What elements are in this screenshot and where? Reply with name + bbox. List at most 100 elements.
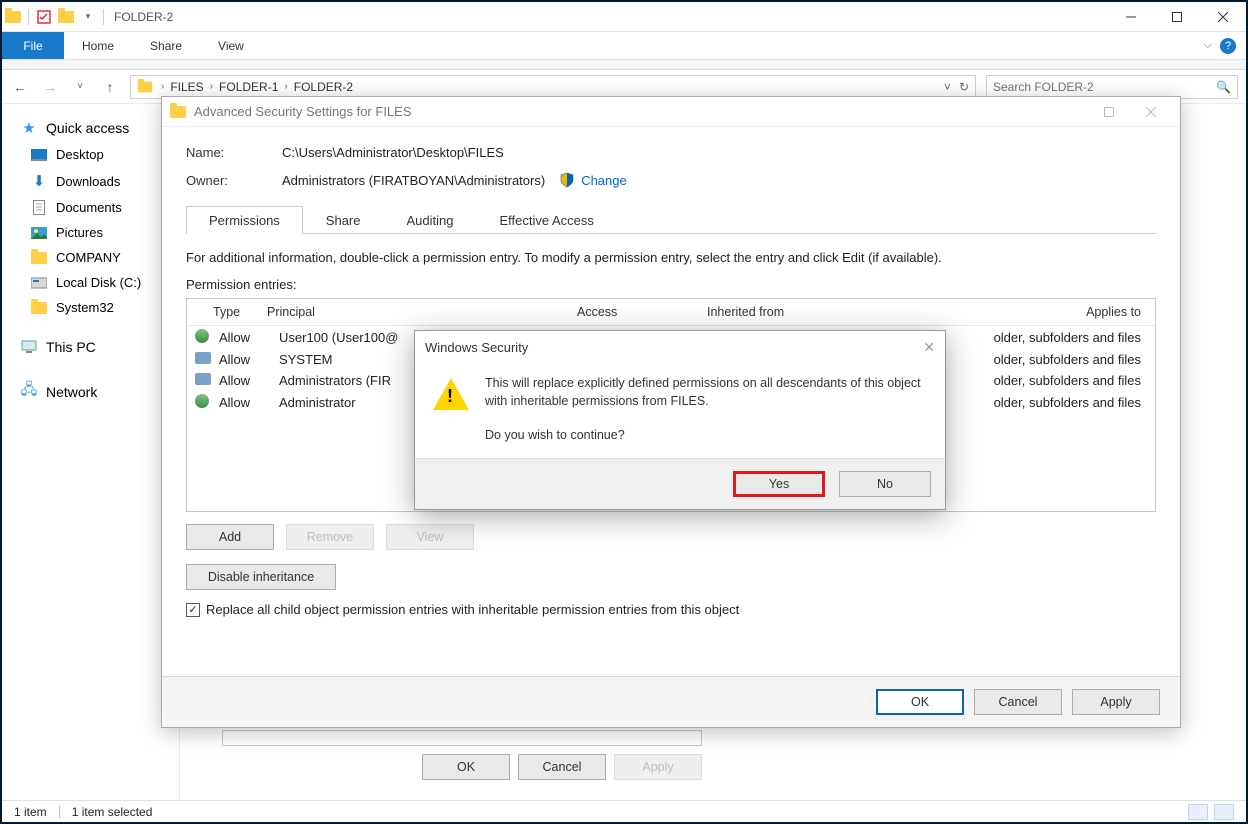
modal-message-1: This will replace explicitly defined per… — [485, 374, 927, 410]
no-button[interactable]: No — [839, 471, 931, 497]
crumb-2[interactable]: FOLDER-2 — [292, 80, 355, 94]
search-box[interactable]: 🔍 — [986, 75, 1238, 99]
nav-back-icon[interactable]: ← — [10, 79, 30, 95]
pictures-icon — [30, 227, 48, 239]
col-inherited: Inherited from — [707, 305, 817, 319]
app-icon — [2, 11, 24, 23]
sidebar-company[interactable]: COMPANY — [2, 245, 179, 270]
entries-label: Permission entries: — [186, 277, 1156, 292]
add-button[interactable]: Add — [186, 524, 274, 550]
col-principal: Principal — [267, 305, 577, 319]
crumb-1[interactable]: FOLDER-1 — [217, 80, 280, 94]
search-icon[interactable]: 🔍 — [1216, 80, 1237, 94]
owner-value: Administrators (FIRATBOYAN\Administrator… — [282, 173, 545, 188]
sidebar-network[interactable]: 🖧Network — [2, 374, 179, 409]
name-label: Name: — [186, 145, 282, 160]
help-icon[interactable]: ? — [1220, 38, 1236, 54]
pc-icon — [20, 340, 38, 354]
apply-button[interactable]: Apply — [1072, 689, 1160, 715]
yes-button[interactable]: Yes — [733, 471, 825, 497]
window-title: FOLDER-2 — [114, 10, 173, 24]
change-owner-link[interactable]: Change — [581, 173, 627, 188]
view-button: View — [386, 524, 474, 550]
ok-button[interactable]: OK — [876, 689, 964, 715]
dialog-footer: OK Cancel Apply — [162, 676, 1180, 727]
folder-icon — [30, 302, 48, 314]
bg-cancel-button[interactable]: Cancel — [518, 754, 606, 780]
close-button[interactable] — [1200, 2, 1246, 32]
windows-security-dialog: Windows Security ✕ This will replace exp… — [414, 330, 946, 510]
tab-auditing[interactable]: Auditing — [384, 206, 477, 234]
minimize-button[interactable] — [1108, 2, 1154, 32]
group-icon — [195, 373, 211, 385]
tab-effective-access[interactable]: Effective Access — [476, 206, 616, 234]
view-details-icon[interactable] — [1188, 804, 1208, 820]
nav-forward-icon: → — [40, 79, 60, 95]
refresh-icon[interactable]: ↻ — [959, 80, 969, 94]
nav-up-icon[interactable]: ↑ — [100, 79, 120, 95]
sidebar-downloads[interactable]: ⬇Downloads — [2, 167, 179, 195]
sidebar-localdisk[interactable]: Local Disk (C:) — [2, 270, 179, 295]
sidebar-this-pc[interactable]: This PC — [2, 334, 179, 360]
col-access: Access — [577, 305, 707, 319]
col-applies: Applies to — [817, 305, 1147, 319]
tab-permissions[interactable]: Permissions — [186, 206, 303, 234]
user-icon — [195, 329, 209, 343]
search-input[interactable] — [987, 79, 1216, 95]
shield-icon — [559, 172, 575, 188]
star-icon: ★ — [20, 119, 38, 137]
group-icon — [195, 352, 211, 364]
bg-ok-button[interactable]: OK — [422, 754, 510, 780]
ribbon: File Home Share View ⌵ ? — [2, 32, 1246, 60]
sidebar-desktop[interactable]: Desktop — [2, 142, 179, 167]
document-icon — [30, 200, 48, 215]
file-tab[interactable]: File — [2, 32, 64, 59]
crumb-0[interactable]: FILES — [168, 80, 205, 94]
status-item-count: 1 item — [14, 805, 47, 819]
disable-inheritance-button[interactable]: Disable inheritance — [186, 564, 336, 590]
remove-button: Remove — [286, 524, 374, 550]
sidebar-pictures[interactable]: Pictures — [2, 220, 179, 245]
qat-newfolder-icon[interactable] — [55, 11, 77, 23]
maximize-button[interactable] — [1154, 2, 1200, 32]
share-tab[interactable]: Share — [132, 32, 200, 59]
view-large-icon[interactable] — [1214, 804, 1234, 820]
sidebar-documents[interactable]: Documents — [2, 195, 179, 220]
qat-properties-icon[interactable] — [33, 10, 55, 24]
desktop-icon — [30, 149, 48, 161]
home-tab[interactable]: Home — [64, 32, 132, 59]
properties-dialog-remnant: OK Cancel Apply — [222, 730, 702, 780]
sidebar-quick-access[interactable]: ★ Quick access — [2, 114, 179, 142]
cancel-button[interactable]: Cancel — [974, 689, 1062, 715]
dialog-titlebar: Advanced Security Settings for FILES — [162, 97, 1180, 127]
owner-label: Owner: — [186, 173, 282, 188]
folder-icon — [30, 252, 48, 264]
disk-icon — [30, 277, 48, 289]
sidebar-label: Quick access — [46, 120, 129, 136]
modal-message-2: Do you wish to continue? — [485, 428, 927, 442]
bg-apply-button: Apply — [614, 754, 702, 780]
user-icon — [195, 394, 209, 408]
name-value: C:\Users\Administrator\Desktop\FILES — [282, 145, 504, 160]
status-selected-count: 1 item selected — [72, 805, 153, 819]
dialog-title: Advanced Security Settings for FILES — [194, 104, 412, 119]
sidebar: ★ Quick access Desktop ⬇Downloads Docume… — [2, 104, 180, 800]
dialog-close-button[interactable] — [1130, 98, 1172, 126]
view-tab[interactable]: View — [200, 32, 262, 59]
network-icon: 🖧 — [20, 379, 38, 404]
ribbon-expand-icon[interactable]: ⌵ — [1204, 39, 1212, 52]
tab-share[interactable]: Share — [303, 206, 384, 234]
warning-icon — [433, 374, 469, 442]
address-dropdown-icon[interactable]: ˅ — [944, 80, 951, 94]
col-type: Type — [213, 305, 267, 319]
replace-checkbox[interactable]: ✓ — [186, 603, 200, 617]
modal-close-icon[interactable]: ✕ — [923, 339, 935, 356]
breadcrumb[interactable]: › FILES › FOLDER-1 › FOLDER-2 ˅ ↻ — [130, 75, 976, 99]
sidebar-system32[interactable]: System32 — [2, 295, 179, 320]
status-bar: 1 item 1 item selected — [2, 800, 1246, 822]
qat-dropdown-icon[interactable]: ▾ — [77, 11, 99, 22]
folder-icon — [138, 81, 152, 92]
nav-recent-icon[interactable]: ˅ — [70, 81, 90, 92]
dialog-maximize-button[interactable] — [1088, 98, 1130, 126]
replace-label: Replace all child object permission entr… — [206, 602, 739, 617]
